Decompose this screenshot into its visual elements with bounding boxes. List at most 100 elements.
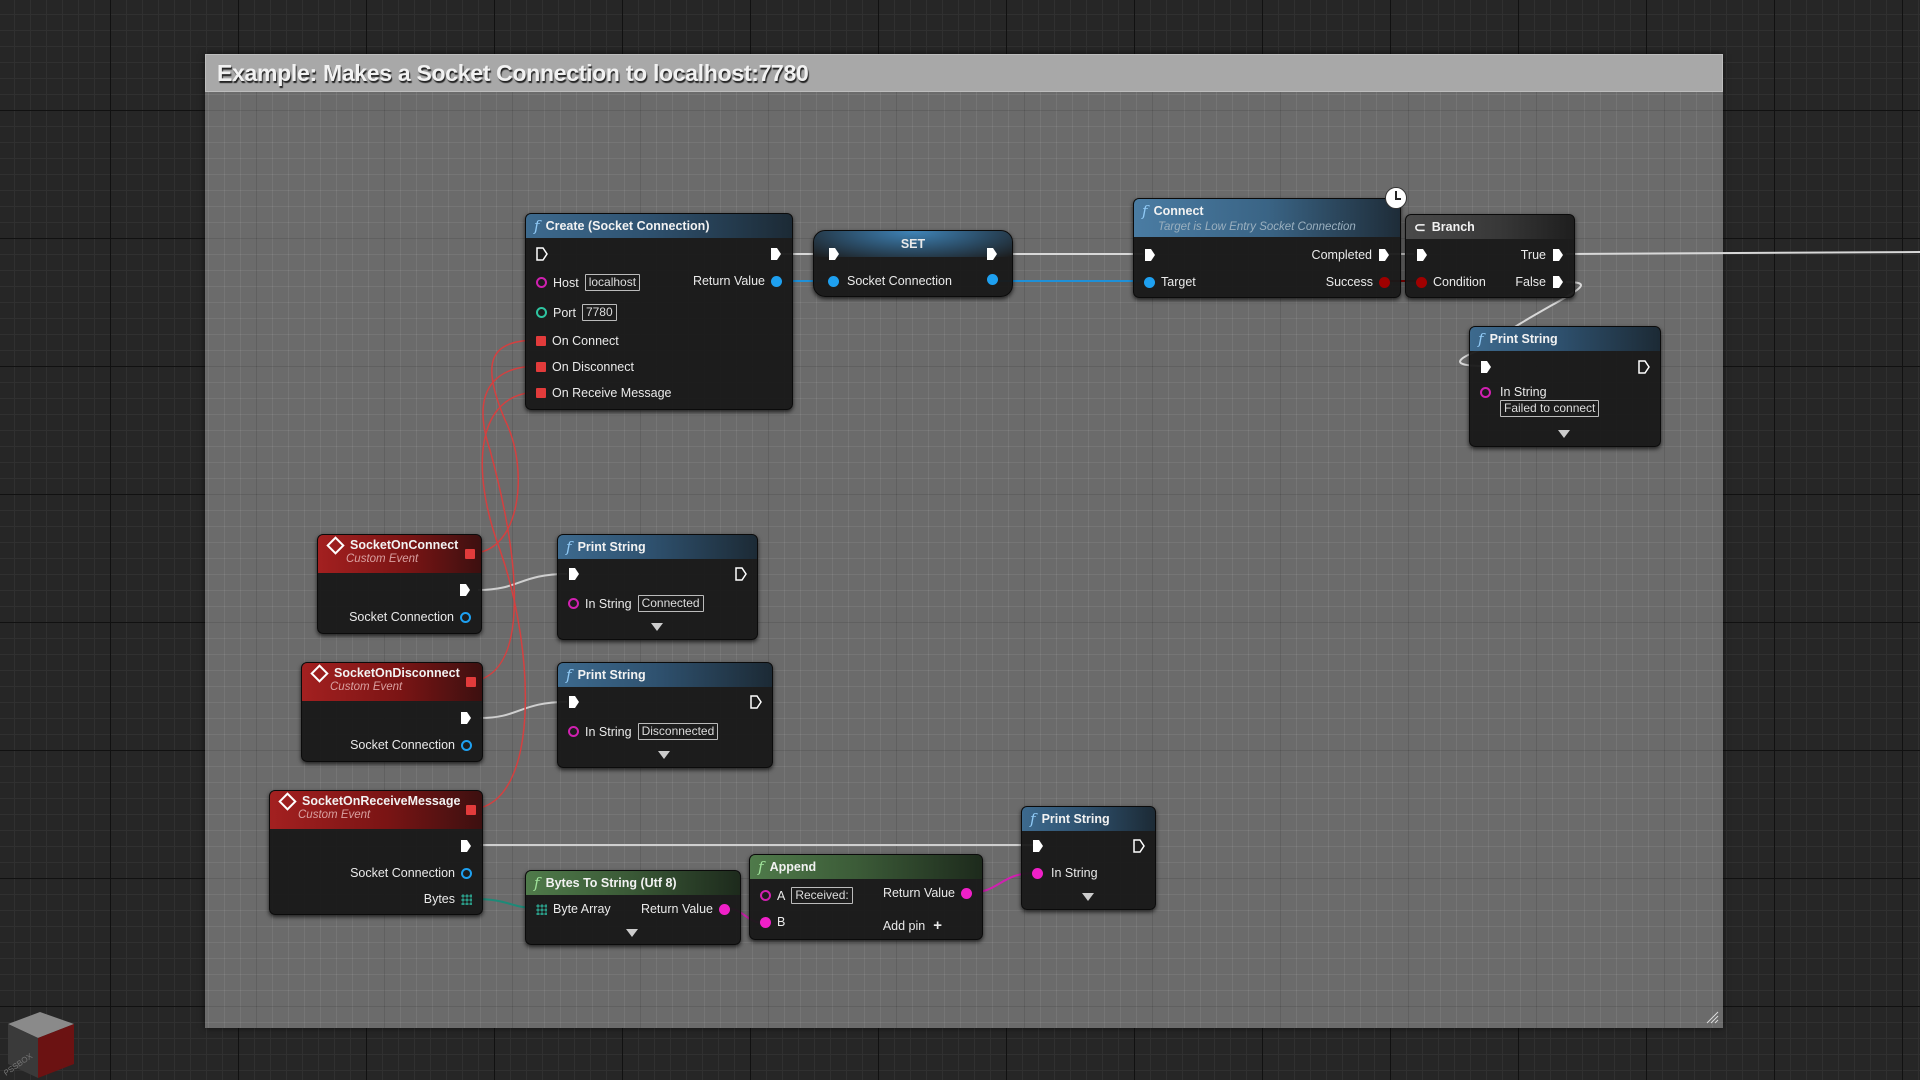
false-label: False — [1515, 275, 1546, 289]
node-header[interactable]: f Create (Socket Connection) — [526, 214, 792, 238]
resize-grip-icon[interactable] — [1705, 1010, 1719, 1024]
string-pin-icon[interactable] — [1032, 867, 1043, 879]
exec-out-pin-icon[interactable] — [1552, 248, 1564, 262]
node-print-string-connected[interactable]: f Print String In String Connected — [557, 534, 758, 640]
exec-out-pin-icon[interactable] — [770, 247, 782, 261]
node-socket-on-disconnect[interactable]: SocketOnDisconnect Custom Event Socket C… — [301, 662, 483, 762]
node-header[interactable]: SocketOnConnect Custom Event — [318, 535, 481, 573]
node-print-string-disconnected[interactable]: f Print String In String Disconnected — [557, 662, 773, 768]
expand-arrow-icon[interactable] — [1082, 893, 1094, 901]
exec-out-pin-icon[interactable] — [735, 567, 747, 581]
node-connect[interactable]: f Connect Target is Low Entry Socket Con… — [1133, 198, 1401, 298]
object-pin-icon[interactable] — [461, 867, 472, 879]
add-pin-button[interactable]: Add pin + — [883, 917, 942, 934]
delegate-out-pin-icon[interactable] — [466, 805, 476, 815]
branch-icon: ⊂ — [1414, 218, 1426, 235]
string-pin-icon[interactable] — [536, 277, 547, 288]
host-input[interactable]: localhost — [584, 274, 641, 291]
function-icon: f — [1030, 810, 1036, 828]
node-header[interactable]: f Append — [750, 855, 982, 879]
node-header[interactable]: f Connect Target is Low Entry Socket Con… — [1134, 199, 1400, 237]
node-socket-on-connect[interactable]: SocketOnConnect Custom Event Socket Conn… — [317, 534, 482, 634]
object-pin-icon[interactable] — [461, 739, 472, 751]
object-pin-icon[interactable] — [460, 611, 471, 623]
node-header[interactable]: f Print String — [558, 663, 772, 687]
node-header[interactable]: SocketOnReceiveMessage Custom Event — [270, 791, 482, 829]
node-create-socket-connection[interactable]: f Create (Socket Connection) Host localh… — [525, 213, 793, 410]
string-pin-icon[interactable] — [568, 726, 579, 737]
exec-out-pin-icon[interactable] — [460, 711, 472, 725]
exec-out-pin-icon[interactable] — [1133, 839, 1145, 853]
exec-in-pin-icon[interactable] — [568, 567, 580, 581]
exec-out-pin-icon[interactable] — [1378, 248, 1390, 262]
condition-label: Condition — [1433, 275, 1486, 289]
object-pin-icon[interactable] — [828, 275, 839, 287]
string-pin-icon[interactable] — [719, 903, 730, 915]
node-print-string-received[interactable]: f Print String In String — [1021, 806, 1156, 910]
node-title: SocketOnReceiveMessage — [302, 794, 461, 808]
node-bytes-to-string[interactable]: f Bytes To String (Utf 8) Byte Array Ret… — [525, 870, 741, 945]
node-socket-on-receive-message[interactable]: SocketOnReceiveMessage Custom Event Sock… — [269, 790, 483, 915]
delegate-pin-icon[interactable] — [536, 388, 546, 398]
exec-in-pin-icon[interactable] — [828, 247, 840, 261]
in-string-label: In String — [585, 596, 632, 611]
object-pin-icon[interactable] — [1144, 276, 1155, 288]
socket-connection-label: Socket Connection — [350, 866, 455, 880]
exec-out-pin-icon[interactable] — [1638, 360, 1650, 374]
string-pin-icon[interactable] — [1480, 387, 1491, 398]
delegate-out-pin-icon[interactable] — [466, 677, 476, 687]
port-input[interactable]: 7780 — [581, 304, 617, 321]
comment-title[interactable]: Example: Makes a Socket Connection to lo… — [205, 54, 1723, 92]
node-header[interactable]: f Print String — [558, 535, 757, 559]
function-icon: f — [1142, 202, 1148, 220]
node-header[interactable]: f Print String — [1470, 327, 1660, 351]
exec-out-pin-icon[interactable] — [1552, 275, 1564, 289]
string-pin-icon[interactable] — [760, 890, 771, 901]
exec-in-pin-icon[interactable] — [536, 247, 548, 261]
node-header[interactable]: f Bytes To String (Utf 8) — [526, 871, 740, 895]
a-input[interactable]: Received: — [791, 887, 853, 904]
exec-in-pin-icon[interactable] — [568, 695, 580, 709]
node-header[interactable]: ⊂ Branch — [1406, 215, 1574, 239]
object-pin-icon[interactable] — [771, 275, 782, 287]
exec-in-pin-icon[interactable] — [1480, 360, 1492, 374]
delegate-out-pin-icon[interactable] — [465, 549, 475, 559]
node-header[interactable]: f Print String — [1022, 807, 1155, 831]
byte-array-pin-icon[interactable] — [461, 893, 472, 905]
node-append[interactable]: f Append A Received: Return Value B Add … — [749, 854, 983, 940]
string-pin-icon[interactable] — [760, 916, 771, 928]
bool-pin-icon[interactable] — [1379, 276, 1390, 288]
delegate-pin-icon[interactable] — [536, 336, 546, 346]
node-header[interactable]: SocketOnDisconnect Custom Event — [302, 663, 482, 701]
socket-connection-label: Socket Connection — [349, 610, 454, 624]
exec-in-pin-icon[interactable] — [1144, 248, 1156, 262]
string-pin-icon[interactable] — [961, 887, 972, 899]
node-set[interactable]: SET Socket Connection — [813, 230, 1013, 297]
latent-clock-icon — [1385, 187, 1407, 209]
exec-out-pin-icon[interactable] — [459, 583, 471, 597]
exec-out-pin-icon[interactable] — [750, 695, 762, 709]
int-pin-icon[interactable] — [536, 307, 547, 318]
node-print-string-failed[interactable]: f Print String In String Failed to conne… — [1469, 326, 1661, 447]
exec-in-pin-icon[interactable] — [1416, 248, 1428, 262]
exec-out-pin-icon[interactable] — [460, 839, 472, 853]
in-string-input[interactable]: Connected — [637, 595, 704, 612]
expand-arrow-icon[interactable] — [651, 623, 663, 631]
node-branch[interactable]: ⊂ Branch True Condition False — [1405, 214, 1575, 298]
string-pin-icon[interactable] — [568, 598, 579, 609]
in-string-label: In String — [585, 724, 632, 739]
node-title: SocketOnDisconnect — [334, 666, 460, 680]
exec-out-pin-icon[interactable] — [986, 247, 998, 261]
function-icon: f — [566, 538, 572, 556]
bool-pin-icon[interactable] — [1416, 276, 1427, 288]
object-pin-icon[interactable] — [987, 274, 998, 285]
in-string-input[interactable]: Failed to connect — [1500, 400, 1600, 417]
expand-arrow-icon[interactable] — [626, 929, 638, 937]
delegate-pin-icon[interactable] — [536, 362, 546, 372]
expand-arrow-icon[interactable] — [658, 751, 670, 759]
host-label: Host — [553, 275, 579, 290]
expand-arrow-icon[interactable] — [1558, 430, 1570, 438]
exec-in-pin-icon[interactable] — [1032, 839, 1044, 853]
byte-array-pin-icon[interactable] — [536, 903, 547, 915]
in-string-input[interactable]: Disconnected — [637, 723, 719, 740]
